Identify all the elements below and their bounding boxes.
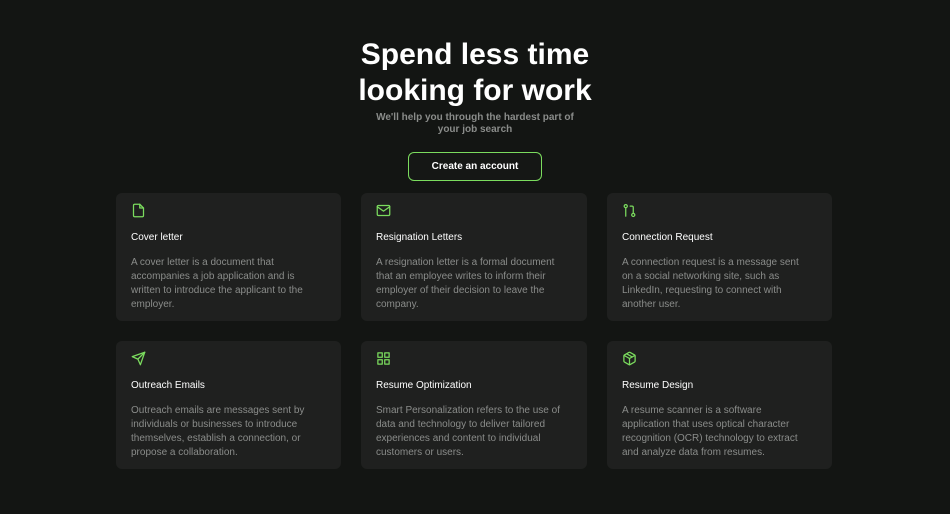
feature-card-resume-optimization[interactable]: Resume Optimization Smart Personalizatio… bbox=[361, 341, 587, 469]
feature-description: A resignation letter is a formal documen… bbox=[376, 257, 555, 310]
grid-icon bbox=[376, 351, 391, 367]
feature-title: Cover letter bbox=[131, 232, 183, 243]
send-icon bbox=[131, 351, 146, 367]
hero-subtitle: We'll help you through the hardest part … bbox=[376, 112, 574, 135]
feature-title: Connection Request bbox=[622, 232, 713, 243]
git-pull-request-icon bbox=[622, 203, 637, 219]
feature-card-outreach-emails[interactable]: Outreach Emails Outreach emails are mess… bbox=[116, 341, 341, 469]
feature-description: A connection request is a message sent o… bbox=[622, 257, 799, 310]
file-icon bbox=[131, 203, 146, 219]
feature-card-connection-request[interactable]: Connection Request A connection request … bbox=[607, 193, 832, 321]
feature-description: Smart Personalization refers to the use … bbox=[376, 405, 560, 458]
feature-description: Outreach emails are messages sent by ind… bbox=[131, 405, 305, 458]
features-grid: Cover letter A cover letter is a documen… bbox=[116, 193, 832, 469]
feature-title: Resignation Letters bbox=[376, 232, 463, 243]
box-icon bbox=[622, 351, 637, 367]
feature-title: Resume Design bbox=[622, 380, 694, 391]
feature-card-cover-letter[interactable]: Cover letter A cover letter is a documen… bbox=[116, 193, 341, 321]
feature-card-resignation-letters[interactable]: Resignation Letters A resignation letter… bbox=[361, 193, 587, 321]
mail-icon bbox=[376, 203, 391, 219]
feature-title: Resume Optimization bbox=[376, 380, 472, 391]
feature-title: Outreach Emails bbox=[131, 380, 205, 391]
create-account-button[interactable]: Create an account bbox=[408, 152, 542, 181]
feature-card-resume-design[interactable]: Resume Design A resume scanner is a soft… bbox=[607, 341, 832, 469]
feature-description: A cover letter is a document that accomp… bbox=[131, 257, 303, 310]
feature-description: A resume scanner is a software applicati… bbox=[622, 405, 798, 458]
page-title: Spend less time looking for work bbox=[358, 38, 592, 107]
hero-section: Spend less time looking for work We'll h… bbox=[0, 37, 950, 181]
